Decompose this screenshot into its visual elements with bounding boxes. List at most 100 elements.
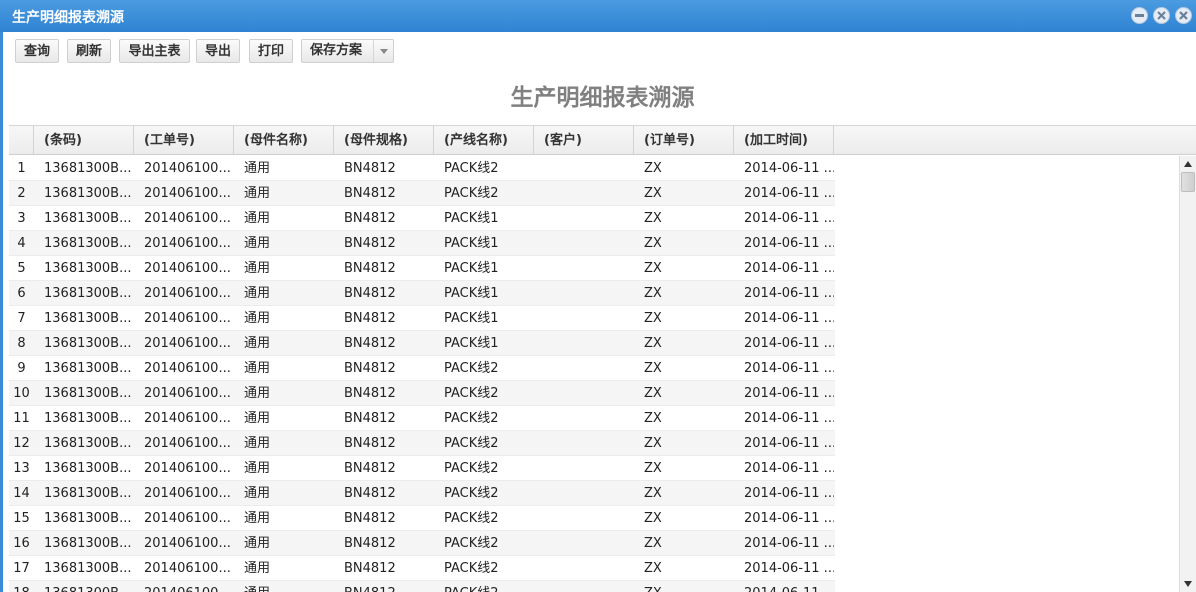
- table-row[interactable]: 11 13681300B... 201406100... 通用 BN4812 PACK线2…: [9, 406, 835, 431]
- table-cell-name: 通用: [244, 486, 271, 501]
- scrollbar-thumb[interactable]: [1181, 172, 1195, 192]
- table-cell-time: 2014-06-11 ...: [734, 581, 834, 592]
- table-row[interactable]: 16 13681300B... 201406100... 通用 BN4812 PACK线2…: [9, 531, 835, 556]
- table-row[interactable]: 7 13681300B... 201406100... 通用 BN4812 PACK线1 Z…: [9, 306, 835, 331]
- table-cell-wo: 201406100...: [144, 236, 231, 251]
- vertical-scrollbar[interactable]: [1179, 156, 1196, 592]
- column-header-parent-spec[interactable]: (母件规格): [334, 126, 434, 155]
- table-row[interactable]: 1 13681300B... 201406100... 通用 BN4812 PACK线2 Z…: [9, 156, 835, 181]
- table-cell-time: 2014-06-11 ...: [744, 411, 834, 426]
- table-row[interactable]: 6 13681300B... 201406100... 通用 BN4812 PACK线1 Z…: [9, 281, 835, 306]
- table-cell-order: ZX: [644, 436, 662, 451]
- table-cell-spec: BN4812: [344, 311, 396, 326]
- table-cell-time: 2014-06-11 ...: [744, 286, 834, 301]
- table-cell-name: 通用: [244, 511, 271, 526]
- table-row[interactable]: 4 13681300B... 201406100... 通用 BN4812 PACK线1 Z…: [9, 231, 835, 256]
- table-cell-order: ZX: [644, 411, 662, 426]
- table-cell-order: ZX: [644, 386, 662, 401]
- table-cell-spec: BN4812: [344, 561, 396, 576]
- table-cell-spec: BN4812: [344, 261, 396, 276]
- table-cell-order: ZX: [644, 361, 662, 376]
- grid-header: (条码) (工单号) (母件名称) (母件规格) (产线名称) (客户) (订单…: [9, 125, 1196, 155]
- table-row[interactable]: 15 13681300B... 201406100... 通用 BN4812 PACK线2…: [9, 506, 835, 531]
- row-number: 15: [13, 511, 30, 526]
- minimize-icon[interactable]: [1131, 7, 1148, 24]
- table-cell-wo: 201406100...: [144, 336, 231, 351]
- table-cell-spec: BN4812: [344, 486, 396, 501]
- table-cell-line: PACK线2: [444, 411, 499, 426]
- scroll-up-icon[interactable]: [1180, 156, 1196, 172]
- row-number: 14: [13, 486, 30, 501]
- table-row[interactable]: 12 13681300B... 201406100... 通用 BN4812 PACK线2…: [9, 431, 835, 456]
- table-cell-cust: [534, 281, 634, 306]
- print-button[interactable]: 打印: [249, 39, 293, 63]
- scroll-down-icon[interactable]: [1180, 576, 1196, 592]
- column-header-barcode[interactable]: (条码): [34, 126, 134, 155]
- table-cell-time: 2014-06-11 ...: [744, 561, 834, 576]
- table-cell-name: 通用: [244, 461, 271, 476]
- table-cell-cust: [534, 231, 634, 256]
- table-cell-line: PACK线2: [444, 461, 499, 476]
- table-cell-spec: BN4812: [344, 386, 396, 401]
- table-cell-line: PACK线1: [444, 286, 499, 301]
- export-button[interactable]: 导出: [196, 39, 240, 63]
- table-cell-spec: BN4812: [344, 361, 396, 376]
- column-header-process-time[interactable]: (加工时间): [734, 126, 834, 155]
- row-number: 18: [9, 581, 34, 592]
- table-cell-barcode: 13681300B...: [44, 211, 132, 226]
- table-cell-line: PACK线1: [444, 336, 499, 351]
- save-scheme-button[interactable]: 保存方案: [301, 39, 394, 63]
- table-cell-cust: [534, 356, 634, 381]
- table-cell-order: ZX: [644, 261, 662, 276]
- table-cell-line: PACK线2: [444, 436, 499, 451]
- table-cell-spec: BN4812: [344, 536, 396, 551]
- restore-icon[interactable]: [1153, 7, 1170, 24]
- table-cell-barcode: 13681300B...: [44, 511, 132, 526]
- table-cell-order: ZX: [644, 236, 662, 251]
- refresh-button[interactable]: 刷新: [67, 39, 111, 63]
- table-cell-barcode: 13681300B...: [44, 561, 132, 576]
- window-left-border: [0, 32, 3, 592]
- table-cell-barcode: 13681300B...: [44, 411, 132, 426]
- table-row[interactable]: 13 13681300B... 201406100... 通用 BN4812 PACK线2…: [9, 456, 835, 481]
- table-cell-barcode: 13681300B...: [44, 361, 132, 376]
- export-main-button[interactable]: 导出主表: [119, 39, 190, 63]
- table-row[interactable]: 8 13681300B... 201406100... 通用 BN4812 PACK线1 Z…: [9, 331, 835, 356]
- table-cell-barcode: 13681300B...: [44, 536, 132, 551]
- column-header-customer[interactable]: (客户): [534, 126, 634, 155]
- row-number: 5: [17, 261, 26, 276]
- column-header-order-no[interactable]: (订单号): [634, 126, 734, 155]
- table-cell-spec: BN4812: [344, 161, 396, 176]
- query-button[interactable]: 查询: [15, 39, 59, 63]
- table-cell-order: ZX: [644, 486, 662, 501]
- table-row[interactable]: 17 13681300B... 201406100... 通用 BN4812 PACK线2…: [9, 556, 835, 581]
- table-cell-name: 通用: [244, 561, 271, 576]
- table-cell-line: PACK线2: [444, 511, 499, 526]
- table-cell-time: 2014-06-11 ...: [744, 211, 834, 226]
- table-cell-cust: [534, 156, 634, 181]
- table-cell-spec: BN4812: [344, 411, 396, 426]
- table-row[interactable]: 9 13681300B... 201406100... 通用 BN4812 PACK线2 Z…: [9, 356, 835, 381]
- table-row[interactable]: 2 13681300B... 201406100... 通用 BN4812 PACK线2 Z…: [9, 181, 835, 206]
- table-cell-wo: 201406100...: [144, 311, 231, 326]
- table-cell-cust: [534, 481, 634, 506]
- table-row[interactable]: 5 13681300B... 201406100... 通用 BN4812 PACK线1 Z…: [9, 256, 835, 281]
- column-header-line-name[interactable]: (产线名称): [434, 126, 534, 155]
- table-cell-wo: 201406100...: [144, 486, 231, 501]
- table-cell-spec: BN4812: [344, 236, 396, 251]
- table-row[interactable]: 3 13681300B... 201406100... 通用 BN4812 PACK线1 Z…: [9, 206, 835, 231]
- table-cell-line: PACK线1: [444, 311, 499, 326]
- table-cell-order: ZX: [644, 536, 662, 551]
- column-header-parent-name[interactable]: (母件名称): [234, 126, 334, 155]
- table-row[interactable]: 1813681300B...201406100...通用BN4812PACK线2…: [9, 581, 835, 592]
- table-cell-cust: [534, 331, 634, 356]
- table-row[interactable]: 10 13681300B... 201406100... 通用 BN4812 PACK线2…: [9, 381, 835, 406]
- table-cell-name: 通用: [234, 581, 334, 592]
- table-cell-wo: 201406100...: [144, 511, 231, 526]
- chevron-down-icon[interactable]: [373, 40, 393, 62]
- table-cell-barcode: 13681300B...: [44, 311, 132, 326]
- column-header-work-order[interactable]: (工单号): [134, 126, 234, 155]
- close-icon[interactable]: [1175, 7, 1192, 24]
- table-row[interactable]: 14 13681300B... 201406100... 通用 BN4812 PACK线2…: [9, 481, 835, 506]
- table-cell-time: 2014-06-11 ...: [744, 386, 834, 401]
